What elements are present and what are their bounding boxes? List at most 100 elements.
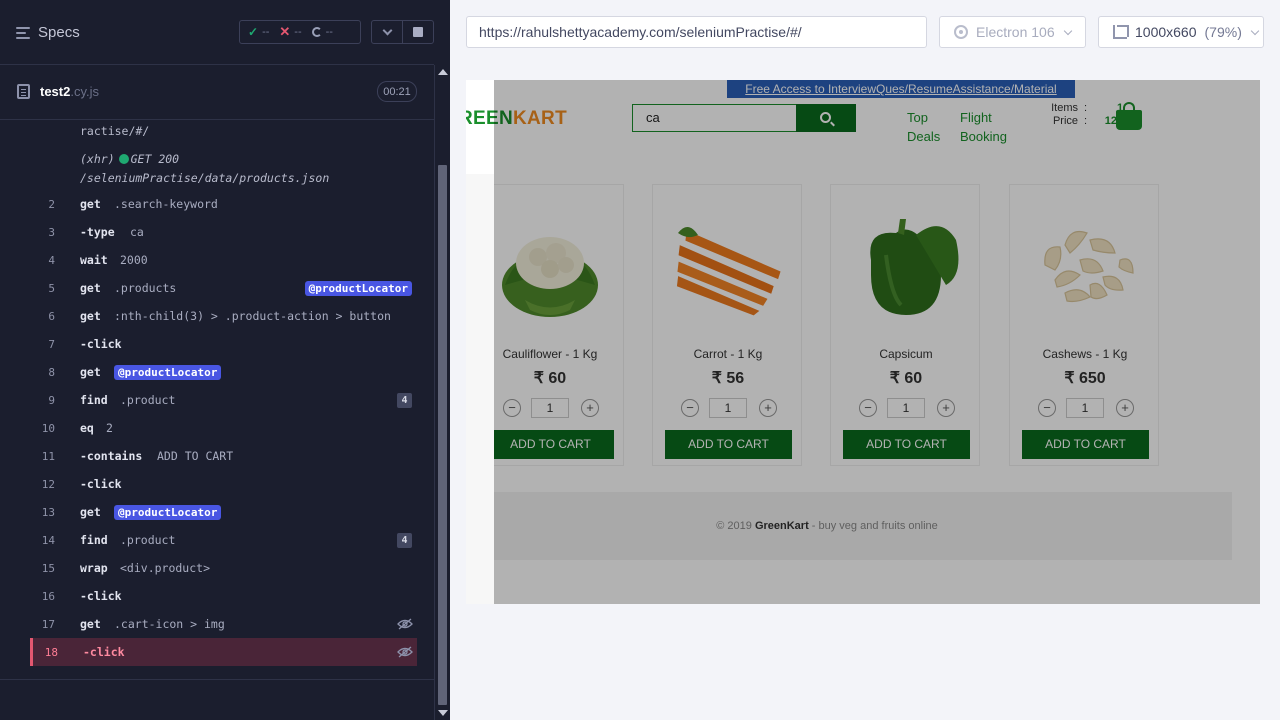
search-icon bbox=[819, 111, 831, 123]
command-name: -type bbox=[80, 225, 115, 239]
site-header: REENKART ca TopDeals FlightBooking Items… bbox=[466, 98, 1192, 174]
add-to-cart-button[interactable]: ADD TO CART bbox=[665, 430, 792, 459]
command-row[interactable]: 14 find .product 4 bbox=[30, 526, 417, 554]
ruler-icon bbox=[1113, 25, 1129, 39]
scroll-down-arrow-icon[interactable] bbox=[438, 710, 448, 716]
decrement-button[interactable]: − bbox=[1038, 399, 1056, 417]
add-to-cart-button[interactable]: ADD TO CART bbox=[487, 430, 614, 459]
command-row[interactable]: 10 eq 2 bbox=[30, 414, 417, 442]
divider bbox=[0, 679, 434, 680]
command-number: 17 bbox=[41, 617, 55, 631]
quantity-input[interactable]: 1 bbox=[709, 398, 747, 418]
command-number: 9 bbox=[48, 393, 55, 407]
scroll-thumb[interactable] bbox=[438, 165, 447, 705]
command-row[interactable]: 13 get @productLocator bbox=[30, 498, 417, 526]
command-row[interactable]: 7 -click bbox=[30, 330, 417, 358]
top-deals-link[interactable]: Top Deals bbox=[907, 108, 940, 146]
cauliflower-icon bbox=[502, 237, 598, 317]
command-name: get bbox=[80, 617, 101, 631]
product-name: Carrot - 1 Kg bbox=[693, 347, 763, 361]
scroll-up-arrow-icon[interactable] bbox=[438, 69, 448, 75]
command-name: -click bbox=[83, 645, 125, 659]
browser-selector[interactable]: Electron 106 bbox=[939, 16, 1086, 48]
decrement-button[interactable]: − bbox=[859, 399, 877, 417]
command-message: ADD TO CART bbox=[157, 449, 234, 463]
expand-button[interactable] bbox=[372, 21, 403, 43]
xhr-url: /seleniumPractise/data/products.json bbox=[80, 171, 330, 185]
alias-badge[interactable]: @productLocator bbox=[304, 280, 412, 296]
increment-button[interactable]: + bbox=[937, 399, 955, 417]
increment-button[interactable]: + bbox=[581, 399, 599, 417]
promo-banner-link[interactable]: Free Access to InterviewQues/ResumeAssis… bbox=[727, 80, 1075, 98]
decrement-button[interactable]: − bbox=[681, 399, 699, 417]
search-button[interactable] bbox=[796, 104, 856, 132]
command-message: .product bbox=[120, 393, 176, 407]
command-number: 12 bbox=[41, 477, 55, 491]
increment-button[interactable]: + bbox=[1116, 399, 1134, 417]
add-to-cart-button[interactable]: ADD TO CART bbox=[1022, 430, 1149, 459]
search-input[interactable]: ca bbox=[632, 104, 797, 132]
xhr-log-line[interactable]: (xhr) GET 200 bbox=[80, 152, 179, 166]
quantity-input[interactable]: 1 bbox=[887, 398, 925, 418]
duration-badge: 00:21 bbox=[377, 81, 417, 102]
command-row[interactable]: 6 get:nth-child(3) > .product-action > bu… bbox=[30, 302, 417, 330]
specs-label: Specs bbox=[38, 24, 80, 41]
app-preview-panel: https://rahulshettyacademy.com/seleniumP… bbox=[450, 0, 1280, 720]
command-log-scrollbar[interactable] bbox=[434, 65, 450, 720]
x-icon: ✕ bbox=[279, 24, 291, 39]
command-row[interactable]: 9 find .product 4 bbox=[30, 386, 417, 414]
command-row[interactable]: 12 -click bbox=[30, 470, 417, 498]
quantity-input[interactable]: 1 bbox=[1066, 398, 1104, 418]
url-bar[interactable]: https://rahulshettyacademy.com/seleniumP… bbox=[466, 16, 927, 48]
command-row[interactable]: 18 -click bbox=[30, 638, 417, 666]
command-row[interactable]: 17 get .cart-icon > img bbox=[30, 610, 417, 638]
product-card: Carrot - 1 Kg ₹ 56−1 + ADD TO CART bbox=[652, 184, 802, 466]
alias-badge[interactable]: @productLocator bbox=[114, 504, 222, 520]
alias-badge[interactable]: @productLocator bbox=[114, 364, 222, 380]
add-to-cart-button[interactable]: ADD TO CART bbox=[843, 430, 970, 459]
product-card: Cauliflower - 1 Kg ₹ 60−1 + ADD TO CART bbox=[474, 184, 624, 466]
command-number: 3 bbox=[48, 225, 55, 239]
chevron-down-icon bbox=[382, 25, 392, 35]
command-number: 15 bbox=[41, 561, 55, 575]
command-row[interactable]: 11 -contains ADD TO CART bbox=[30, 442, 417, 470]
command-row[interactable]: 8 get @productLocator bbox=[30, 358, 417, 386]
cart-icon[interactable] bbox=[1116, 102, 1142, 130]
command-row[interactable]: 15 wrap <div.product> bbox=[30, 554, 417, 582]
command-name: get bbox=[80, 309, 101, 323]
previous-command-tail: ractise/#/ bbox=[80, 124, 150, 138]
command-number: 10 bbox=[41, 421, 55, 435]
command-number: 8 bbox=[48, 365, 55, 379]
capsicum-icon bbox=[870, 219, 959, 315]
quantity-input[interactable]: 1 bbox=[531, 398, 569, 418]
product-price: ₹ 56 bbox=[711, 370, 745, 387]
aut-iframe: REENKART ca TopDeals FlightBooking Items… bbox=[466, 80, 1260, 604]
stop-button[interactable] bbox=[403, 21, 433, 43]
quantity-stepper: −1 + bbox=[1038, 398, 1134, 418]
command-row[interactable]: 5 get .products @productLocator bbox=[30, 274, 417, 302]
command-number: 16 bbox=[41, 589, 55, 603]
command-row[interactable]: 2 get .search-keyword bbox=[30, 190, 417, 218]
command-row[interactable]: 16 -click bbox=[30, 582, 417, 610]
spec-file-name[interactable]: test2.cy.js bbox=[40, 84, 99, 99]
specs-toggle-button[interactable]: Specs bbox=[16, 24, 80, 41]
product-name: Cashews - 1 Kg bbox=[1042, 347, 1128, 361]
reporter-header: Specs ✓ -- ✕ -- -- bbox=[0, 0, 434, 65]
command-name: eq bbox=[80, 421, 94, 435]
eye-hidden-icon bbox=[397, 646, 413, 658]
command-message: .cart-icon > img bbox=[114, 617, 225, 631]
command-row[interactable]: 4 wait 2000 bbox=[30, 246, 417, 274]
command-number: 13 bbox=[41, 505, 55, 519]
menu-icon bbox=[16, 26, 30, 39]
increment-button[interactable]: + bbox=[759, 399, 777, 417]
command-name: -click bbox=[80, 589, 122, 603]
command-number: 14 bbox=[41, 533, 55, 547]
stats-summary: ✓ -- ✕ -- -- bbox=[239, 20, 361, 44]
command-name: get bbox=[80, 281, 101, 295]
command-row[interactable]: 3 -type ca bbox=[30, 218, 417, 246]
cashews-icon bbox=[1044, 230, 1134, 303]
flight-booking-link[interactable]: Flight Booking bbox=[960, 108, 1007, 146]
decrement-button[interactable]: − bbox=[503, 399, 521, 417]
command-number: 5 bbox=[48, 281, 55, 295]
viewport-info[interactable]: 1000x660 (79%) bbox=[1098, 16, 1264, 48]
